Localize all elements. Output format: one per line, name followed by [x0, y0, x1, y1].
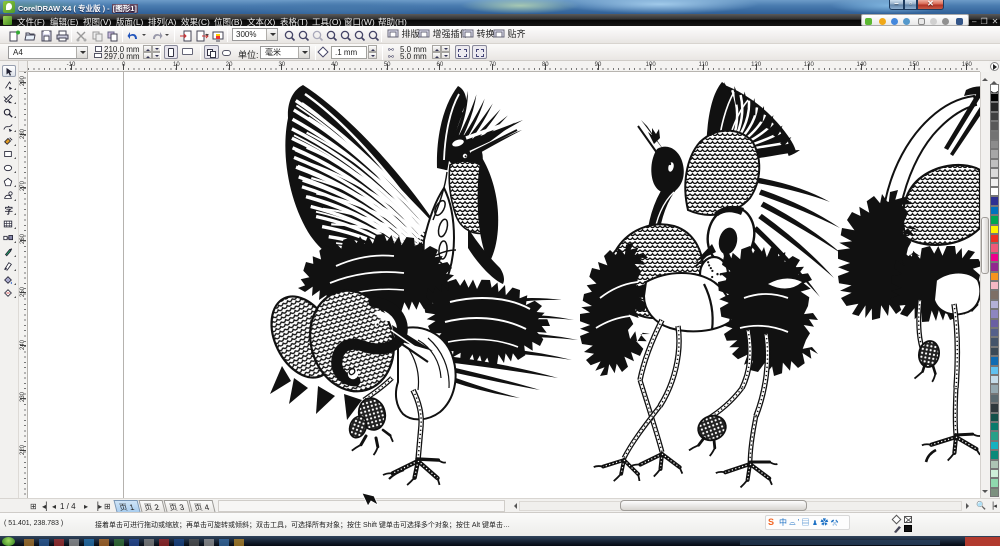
svg-text:字: 字: [5, 205, 13, 215]
